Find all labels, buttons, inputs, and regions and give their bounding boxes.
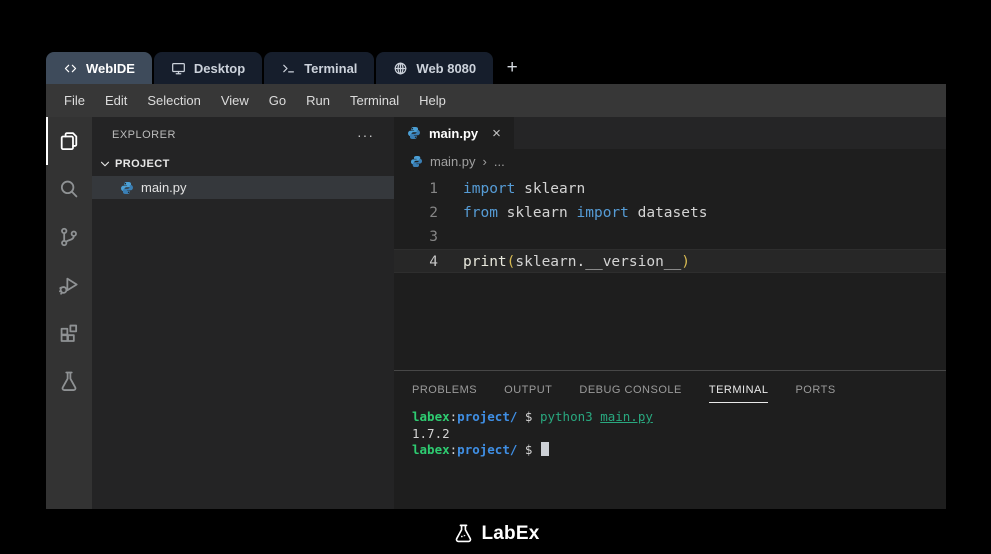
prompt-user: labex: [412, 442, 450, 457]
editor-tab-main-py[interactable]: main.py ×: [394, 117, 514, 149]
top-tab-label: WebIDE: [86, 60, 135, 76]
menu-help[interactable]: Help: [409, 93, 456, 108]
menu-file[interactable]: File: [54, 93, 95, 108]
menu-bar: File Edit Selection View Go Run Terminal…: [46, 84, 946, 117]
panel-tab-terminal[interactable]: TERMINAL: [708, 374, 769, 403]
editor-tab-bar: main.py ×: [394, 117, 946, 149]
breadcrumb-separator: ›: [482, 154, 487, 169]
more-actions-icon[interactable]: ···: [357, 127, 374, 143]
line-number: 4: [429, 254, 438, 270]
menu-terminal[interactable]: Terminal: [340, 93, 409, 108]
top-tab-bar: WebIDE Desktop Terminal Web 8080 +: [46, 52, 529, 84]
code-line-3: 3: [394, 225, 946, 249]
tree-section-label: PROJECT: [115, 158, 170, 170]
line-number: 1: [429, 181, 438, 197]
code-token: datasets: [628, 205, 708, 221]
search-icon: [60, 180, 78, 198]
labex-brand-text: LabEx: [481, 523, 540, 544]
top-tab-label: Web 8080: [416, 60, 477, 76]
menu-selection[interactable]: Selection: [137, 93, 210, 108]
activity-source-control[interactable]: [46, 213, 92, 261]
terminal-command: python3: [539, 409, 601, 424]
code-token: sklearn.__version__: [515, 254, 682, 270]
breadcrumb: main.py › ...: [394, 149, 946, 174]
tree-item-main-py[interactable]: main.py: [92, 176, 394, 199]
top-tab-label: Terminal: [304, 60, 358, 76]
menu-run[interactable]: Run: [296, 93, 340, 108]
bottom-panel: PROBLEMS OUTPUT DEBUG CONSOLE TERMINAL P…: [394, 370, 946, 509]
terminal-output[interactable]: labex:project/ $ python3 main.py 1.7.2 l…: [394, 405, 946, 509]
code-token: ): [681, 254, 690, 270]
code-token: sklearn: [515, 181, 586, 197]
prompt-user: labex: [412, 409, 450, 424]
activity-extensions[interactable]: [46, 309, 92, 357]
labex-flask-icon: [455, 524, 471, 543]
new-tab-button[interactable]: +: [495, 52, 529, 84]
activity-bar: [46, 117, 92, 509]
code-token: import: [463, 181, 516, 197]
explorer-title: EXPLORER: [112, 128, 176, 141]
line-number: 2: [429, 205, 438, 221]
top-tab-web-8080[interactable]: Web 8080: [376, 52, 494, 84]
code-editor[interactable]: 1 import sklearn 2 from sklearn import d…: [394, 174, 946, 370]
code-line-2: 2 from sklearn import datasets: [394, 201, 946, 225]
breadcrumb-file[interactable]: main.py: [430, 154, 476, 169]
top-tab-webide[interactable]: WebIDE: [46, 52, 152, 84]
globe-icon: [395, 62, 407, 74]
labex-brand: LabEx: [451, 523, 539, 545]
ide-window: File Edit Selection View Go Run Terminal…: [46, 84, 946, 509]
terminal-line-prompt: labex:project/ $: [412, 442, 946, 459]
menu-edit[interactable]: Edit: [95, 93, 137, 108]
line-number: 3: [429, 229, 438, 245]
python-file-icon: [408, 127, 420, 139]
code-icon: [64, 64, 77, 72]
files-icon: [60, 132, 78, 151]
explorer-header: EXPLORER ···: [92, 117, 394, 152]
top-tab-terminal[interactable]: Terminal: [264, 52, 375, 84]
python-file-icon: [121, 181, 133, 194]
activity-testing[interactable]: [46, 357, 92, 405]
terminal-command-arg: main.py: [600, 409, 653, 424]
top-tab-desktop[interactable]: Desktop: [153, 52, 263, 84]
terminal-line-output: 1.7.2: [412, 425, 450, 441]
breadcrumb-symbol[interactable]: ...: [494, 154, 505, 169]
explorer-sidebar: EXPLORER ··· PROJECT main.py: [92, 117, 394, 509]
prompt-dir: project/: [457, 409, 518, 424]
code-line-4-current: 4 print(sklearn.__version__): [394, 249, 946, 273]
panel-tab-ports[interactable]: PORTS: [795, 374, 835, 403]
menu-view[interactable]: View: [211, 93, 259, 108]
chevron-down-icon: [100, 161, 110, 167]
panel-tab-bar: PROBLEMS OUTPUT DEBUG CONSOLE TERMINAL P…: [394, 371, 946, 405]
desktop-icon: [171, 62, 185, 74]
code-token: sklearn: [497, 205, 577, 221]
prompt-dollar: $: [517, 442, 540, 457]
tree-section-project[interactable]: PROJECT: [92, 152, 394, 176]
activity-run-debug[interactable]: [46, 261, 92, 309]
git-branch-icon: [61, 227, 77, 247]
code-token: from: [463, 205, 498, 221]
panel-tab-output[interactable]: OUTPUT: [504, 374, 552, 403]
extensions-icon: [60, 324, 78, 342]
terminal-prompt-icon: [283, 64, 295, 72]
prompt-dir: project/: [457, 442, 518, 457]
close-icon[interactable]: ×: [492, 125, 501, 142]
python-file-icon: [410, 155, 423, 168]
code-token: import: [576, 205, 629, 221]
editor-tab-label: main.py: [429, 125, 479, 141]
code-line-1: 1 import sklearn: [394, 177, 946, 201]
editor-group: main.py × main.py › ... 1 import sklearn…: [394, 117, 946, 509]
terminal-cursor: [540, 442, 549, 456]
prompt-dollar: $: [517, 409, 540, 424]
terminal-line-command: labex:project/ $ python3 main.py: [412, 409, 946, 426]
panel-tab-debug-console[interactable]: DEBUG CONSOLE: [579, 374, 681, 403]
activity-search[interactable]: [46, 165, 92, 213]
top-tab-label: Desktop: [193, 60, 246, 76]
menu-go[interactable]: Go: [259, 93, 296, 108]
panel-tab-problems[interactable]: PROBLEMS: [412, 374, 477, 403]
activity-explorer[interactable]: [46, 117, 92, 165]
flask-icon: [61, 371, 77, 391]
run-debug-icon: [59, 277, 78, 295]
code-token: print: [463, 254, 507, 270]
tree-item-label: main.py: [141, 180, 187, 195]
